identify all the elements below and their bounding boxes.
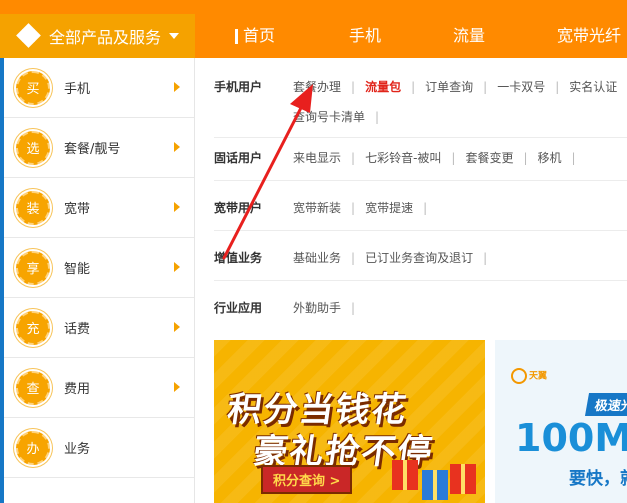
separator: | [351, 150, 356, 165]
sidebar-item-label: 业务 [64, 442, 91, 457]
link-order-query[interactable]: 订单查询 [425, 78, 473, 95]
brand-logo: 天翼 [511, 368, 547, 384]
sidebar-item-services[interactable]: 办 业务 [4, 418, 194, 478]
badge-icon: 充 [16, 310, 50, 345]
sidebar-item-label: 宽带 [64, 202, 91, 217]
nav-phone[interactable]: 手机 [349, 14, 381, 58]
row-links: 套餐办理| 流量包| 订单查询| 一卡双号| 实名认证| [293, 78, 627, 95]
row-heading: 行业应用 [214, 301, 263, 315]
separator: | [351, 200, 356, 215]
gift-box-icon [450, 464, 476, 494]
link-dual-number[interactable]: 一卡双号 [497, 78, 545, 95]
separator: | [523, 150, 528, 165]
separator: | [351, 79, 356, 94]
link-ringtone[interactable]: 七彩铃音-被叫 [365, 149, 441, 166]
link-data-pack[interactable]: 流量包 [365, 78, 401, 95]
badge-icon: 装 [16, 190, 50, 225]
points-query-button[interactable]: 积分查询 > [261, 465, 353, 494]
row-links: 外勤助手 | [293, 299, 365, 316]
link-real-name[interactable]: 实名认证 [569, 78, 617, 95]
nav-data[interactable]: 流量 [453, 14, 485, 58]
divider [214, 280, 627, 281]
link-plan-change[interactable]: 套餐变更 [465, 149, 513, 166]
sidebar-item-plans[interactable]: 选 套餐/靓号 [4, 118, 194, 178]
nav-home[interactable]: 首页 [234, 14, 275, 58]
sidebar-item-smart[interactable]: 享 智能 [4, 238, 194, 298]
caret-down-icon [169, 33, 180, 39]
banner-speed: 100M [515, 416, 627, 460]
row-heading: 手机用户 [214, 80, 263, 94]
sidebar-item-recharge[interactable]: 充 话费 [4, 298, 194, 358]
separator: | [571, 150, 576, 165]
separator: | [351, 250, 356, 265]
separator: | [483, 79, 488, 94]
link-relocate[interactable]: 移机 [538, 149, 562, 166]
row-heading: 宽带用户 [214, 201, 263, 215]
link-subscribed-query[interactable]: 已订业务查询及退订 [365, 249, 473, 266]
sidebar-item-phone[interactable]: 买 手机 [4, 58, 194, 118]
sidebar-item-broadband[interactable]: 装 宽带 [4, 178, 194, 238]
divider [214, 180, 627, 181]
arrow-right-icon [174, 322, 180, 332]
sidebar-item-label: 智能 [64, 262, 91, 277]
row-links: 宽带新装 | 宽带提速 | [293, 199, 437, 216]
link-basic-services[interactable]: 基础业务 [293, 249, 341, 266]
category-sidebar: 买 手机 选 套餐/靓号 装 宽带 享 智能 充 话费 查 费用 办 业务 [0, 58, 195, 503]
banner-subtitle: 要快，就 [569, 469, 627, 489]
link-field-assistant[interactable]: 外勤助手 [293, 299, 341, 316]
divider [214, 137, 627, 138]
link-speed-up[interactable]: 宽带提速 [365, 199, 413, 216]
points-promo-banner[interactable]: 积分当钱花 豪礼抢不停 积分查询 > [214, 340, 485, 503]
sidebar-item-label: 手机 [64, 82, 91, 97]
divider [214, 230, 627, 231]
menu-row-mobile-extra: 查询号卡清单 | [293, 108, 389, 125]
broadband-promo-banner[interactable]: 天翼 极速光 100M 要快，就 [495, 340, 627, 503]
arrow-right-icon [174, 82, 180, 92]
arrow-right-icon [174, 382, 180, 392]
page: 全部产品及服务 首页 手机 流量 宽带光纤 买 手机 选 套餐/靓号 装 宽带 … [0, 0, 627, 503]
separator: | [555, 79, 560, 94]
badge-icon: 办 [16, 430, 50, 465]
separator: | [411, 79, 416, 94]
arrow-right-icon [174, 262, 180, 272]
nav-broadband[interactable]: 宽带光纤 [557, 14, 621, 58]
row-links: 基础业务 | 已订业务查询及退订 | [293, 249, 497, 266]
sidebar-item-fees[interactable]: 查 费用 [4, 358, 194, 418]
sidebar-item-label: 话费 [64, 322, 91, 337]
all-products-label: 全部产品及服务 [49, 28, 162, 47]
link-card-list[interactable]: 查询号卡清单 [293, 110, 365, 124]
sidebar-item-label: 费用 [64, 382, 91, 397]
separator: | [483, 250, 488, 265]
sidebar-item-label: 套餐/靓号 [64, 142, 121, 157]
all-products-menu[interactable]: 全部产品及服务 [0, 14, 195, 58]
arrow-right-icon [174, 142, 180, 152]
top-nav-bar: 全部产品及服务 首页 手机 流量 宽带光纤 [0, 0, 627, 58]
badge-icon: 选 [16, 130, 50, 165]
link-new-broadband[interactable]: 宽带新装 [293, 199, 341, 216]
gift-box-icon [422, 470, 448, 500]
row-links: 来电显示 | 七彩铃音-被叫 | 套餐变更 | 移机 | [293, 149, 586, 166]
badge-icon: 买 [16, 70, 50, 105]
link-plan-handling[interactable]: 套餐办理 [293, 78, 341, 95]
separator: | [451, 150, 456, 165]
gift-box-icon [392, 460, 418, 490]
banner-tag: 极速光 [584, 393, 627, 416]
separator: | [423, 200, 428, 215]
badge-icon: 查 [16, 370, 50, 405]
separator: | [375, 110, 380, 124]
row-heading: 增值业务 [214, 251, 263, 265]
diamond-grid-icon [16, 23, 41, 48]
arrow-right-icon [174, 202, 180, 212]
badge-icon: 享 [16, 250, 50, 285]
separator: | [351, 300, 356, 315]
row-heading: 固话用户 [214, 151, 263, 165]
link-caller-id[interactable]: 来电显示 [293, 149, 341, 166]
